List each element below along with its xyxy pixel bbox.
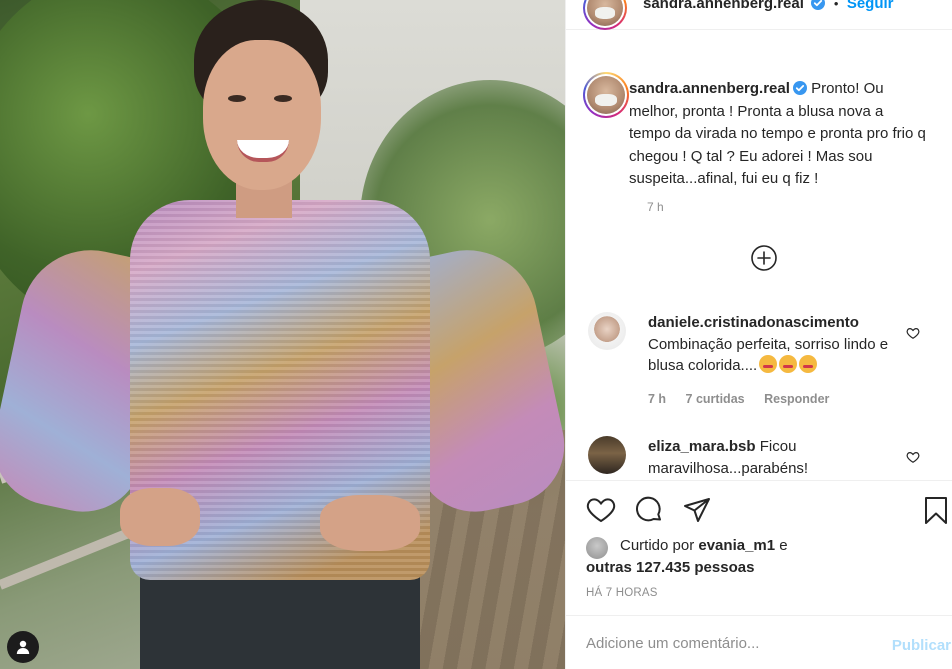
comment-body: daniele.cristinadonascimento Combinação … xyxy=(648,312,910,377)
comment-avatar[interactable] xyxy=(588,312,626,350)
post-caption: sandra.annenberg.real Pronto! Ou melhor,… xyxy=(629,78,929,191)
header-author-line: sandra.annenberg.real • Seguir xyxy=(643,0,894,13)
person-face xyxy=(203,40,321,190)
plus-circle-icon[interactable] xyxy=(750,244,778,272)
comment-bar: Publicar xyxy=(566,615,952,669)
comment-icon[interactable] xyxy=(634,495,664,525)
photo-person xyxy=(0,0,565,669)
post-photo[interactable] xyxy=(0,0,565,669)
person-eye xyxy=(274,95,292,102)
verified-badge-icon xyxy=(792,81,807,95)
verified-badge-icon xyxy=(811,0,826,10)
post-time: HÁ 7 HORAS xyxy=(586,587,658,599)
post-side-panel: sandra.annenberg.real • Seguir sandra.an… xyxy=(565,0,952,669)
author-username[interactable]: sandra.annenberg.real xyxy=(643,0,804,12)
liker-username[interactable]: evania_m1 xyxy=(698,537,775,554)
kiss-emoji-icon xyxy=(779,355,798,373)
comment-avatar[interactable] xyxy=(588,436,626,474)
caption-author-avatar[interactable] xyxy=(583,72,629,118)
heart-icon[interactable] xyxy=(906,326,920,340)
author-avatar[interactable] xyxy=(583,0,627,30)
comment-input[interactable] xyxy=(586,630,876,656)
bookmark-icon[interactable] xyxy=(922,495,950,525)
post-actions: Curtido por evania_m1 e outras 127.435 p… xyxy=(566,480,952,615)
heart-icon[interactable] xyxy=(586,495,616,525)
comment-username[interactable]: eliza_mara.bsb xyxy=(648,438,756,455)
comment-body: eliza_mara.bsb Ficou maravilhosa...parab… xyxy=(648,436,910,479)
comment-item: daniele.cristinadonascimento Combinação … xyxy=(588,312,938,412)
person-eye xyxy=(228,95,246,102)
comment-likes[interactable]: 7 curtidas xyxy=(686,392,745,406)
comment-meta: 7 h 7 curtidas Responder xyxy=(648,392,845,406)
share-icon[interactable] xyxy=(682,495,712,525)
publish-button[interactable]: Publicar xyxy=(892,637,951,654)
comment-time: 7 h xyxy=(648,392,667,406)
reply-button[interactable]: Responder xyxy=(764,392,829,406)
follow-separator: • xyxy=(833,0,839,11)
caption-author-username[interactable]: sandra.annenberg.real xyxy=(629,80,790,97)
post-header: sandra.annenberg.real • Seguir xyxy=(566,0,952,30)
kiss-emoji-icon xyxy=(759,355,778,373)
user-tag-icon[interactable] xyxy=(7,631,39,663)
heart-icon[interactable] xyxy=(906,450,920,464)
follow-button[interactable]: Seguir xyxy=(847,0,894,12)
likes-summary: Curtido por evania_m1 e outras 127.435 p… xyxy=(586,535,936,579)
person-right-hand xyxy=(320,495,420,551)
comment-item: eliza_mara.bsb Ficou maravilhosa...parab… xyxy=(588,436,938,480)
comment-username[interactable]: daniele.cristinadonascimento xyxy=(648,314,859,331)
likes-others[interactable]: outras 127.435 pessoas xyxy=(586,559,754,576)
likes-prefix: Curtido por xyxy=(620,537,695,554)
likes-connector: e xyxy=(779,537,788,554)
liker-avatar[interactable] xyxy=(586,537,608,559)
person-left-hand xyxy=(120,488,200,546)
kiss-emoji-icon xyxy=(799,355,818,373)
caption-time: 7 h xyxy=(647,200,664,214)
